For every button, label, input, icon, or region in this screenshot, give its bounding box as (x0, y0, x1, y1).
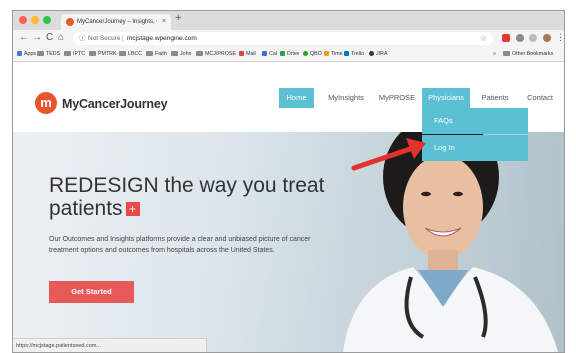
bookmark-item[interactable]: Cal (262, 47, 277, 61)
plus-icon: + (125, 202, 140, 216)
trello-icon (344, 50, 349, 56)
info-icon[interactable]: ⓘ (79, 32, 86, 45)
folder-icon (37, 50, 44, 56)
site-favicon-icon (66, 18, 74, 26)
bookmark-star-icon[interactable]: ☆ (480, 32, 487, 45)
hero-headline: REDESIGN the way you treat patients + (49, 174, 325, 220)
forward-icon[interactable]: → (32, 32, 42, 43)
nav-patients[interactable]: Patients (475, 88, 515, 108)
minimize-window-button[interactable] (31, 16, 39, 24)
url-text[interactable]: mcjstage.wpengine.com (127, 32, 197, 45)
calendar-icon (262, 50, 267, 56)
tab-title: MyCancerJourney – Insights, O (77, 19, 157, 25)
address-bar-row: ← → C ⌂ ⓘ Not Secure | mcjstage.wpengine… (13, 30, 564, 47)
folder-icon (119, 50, 126, 56)
time-icon (324, 50, 329, 56)
annotation-arrow-icon (351, 138, 426, 171)
extension-icon[interactable] (502, 34, 510, 42)
folder-icon (89, 50, 96, 56)
close-window-button[interactable] (19, 16, 27, 24)
browser-tab[interactable]: MyCancerJourney – Insights, O × (61, 14, 171, 30)
mycancerjourney-logo-icon[interactable]: m (35, 92, 57, 114)
apps-grid-icon (17, 50, 22, 56)
bookmark-item[interactable]: IPTC (64, 47, 85, 61)
nav-myprose[interactable]: MyPROSE (375, 88, 419, 108)
folder-icon (64, 50, 71, 56)
address-bar[interactable]: ⓘ Not Secure | mcjstage.wpengine.com ☆ (73, 32, 493, 45)
bookmark-item[interactable]: Trello (344, 47, 364, 61)
close-tab-icon[interactable]: × (162, 14, 166, 30)
tab-strip: MyCancerJourney – Insights, O × + (13, 11, 564, 30)
nav-physicians[interactable]: Physicians (422, 88, 470, 108)
bookmark-item[interactable]: Time (324, 47, 343, 61)
bookmark-item[interactable]: JIRA (369, 47, 387, 61)
profile-avatar-icon[interactable] (543, 34, 551, 42)
nav-contact[interactable]: Contact (521, 88, 559, 108)
back-icon[interactable]: ← (19, 32, 29, 43)
hero-section: REDESIGN the way you treat patients + Our… (13, 132, 564, 352)
dropdown-item-log-in[interactable]: Log In (422, 135, 528, 161)
folder-icon (171, 50, 178, 56)
bookmark-other[interactable]: Other Bookmarks (503, 47, 553, 61)
browser-menu-icon[interactable]: ⋮ (556, 32, 564, 43)
quickbooks-icon (303, 50, 308, 56)
bookmark-apps[interactable]: Apps (17, 47, 36, 61)
website-viewport: m MyCancerJourney Home MyInsights MyPROS… (13, 62, 564, 352)
bookmarks-bar: Apps TEDS IPTC PMTRK LBCC Faith John MCJ… (13, 47, 564, 62)
bookmark-item[interactable]: PMTRK (89, 47, 117, 61)
security-label: Not Secure (88, 35, 121, 42)
url-separator: | (122, 35, 124, 42)
nav-myinsights[interactable]: MyInsights (321, 88, 371, 108)
browser-status-bar: https://mcjstage.patientseed.com... (13, 338, 207, 352)
dropdown-item-faqs[interactable]: FAQs (422, 108, 528, 134)
browser-window: MyCancerJourney – Insights, O × + ← → C … (12, 10, 565, 353)
physicians-dropdown-menu: FAQs Log In (422, 108, 528, 161)
bookmark-item[interactable]: Faith (146, 47, 167, 61)
folder-icon (503, 50, 510, 56)
extension-icon[interactable] (529, 34, 537, 42)
bookmark-item[interactable]: QBO (303, 47, 322, 61)
bookmark-item[interactable]: Drive (280, 47, 299, 61)
drive-icon (280, 50, 285, 56)
bookmarks-overflow-icon[interactable]: » (493, 47, 496, 61)
new-tab-button[interactable]: + (175, 12, 181, 24)
bookmark-item[interactable]: TEDS (37, 47, 60, 61)
hero-description: Our Outcomes and Insights platforms prov… (49, 236, 311, 254)
bookmark-item[interactable]: Mail (239, 47, 256, 61)
home-icon[interactable]: ⌂ (58, 32, 64, 43)
folder-icon (196, 50, 203, 56)
jira-icon (369, 50, 374, 56)
folder-icon (146, 50, 153, 56)
get-started-button[interactable]: Get Started (49, 281, 134, 303)
gmail-icon (239, 50, 244, 56)
maximize-window-button[interactable] (43, 16, 51, 24)
bookmark-item[interactable]: LBCC (119, 47, 142, 61)
extension-icon[interactable] (516, 34, 524, 42)
bookmark-item[interactable]: John (171, 47, 192, 61)
site-logo-text[interactable]: MyCancerJourney (62, 97, 168, 111)
bookmark-item[interactable]: MCJ/PROSE (196, 47, 236, 61)
nav-home[interactable]: Home (279, 88, 314, 108)
reload-icon[interactable]: C (46, 32, 53, 43)
